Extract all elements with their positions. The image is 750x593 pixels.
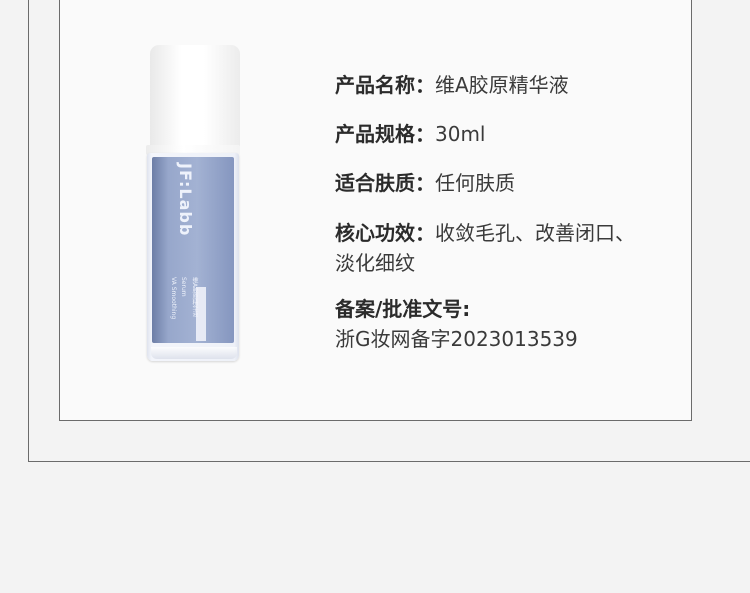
bottle-brand: JF:Labb bbox=[176, 163, 195, 237]
product-spec-label: 产品规格： bbox=[335, 122, 435, 146]
bottle-body: JF:Labb VA Smoothing Serum 维A胶原精华液 bbox=[147, 153, 239, 361]
skin-type-value: 任何肤质 bbox=[435, 171, 515, 195]
core-effect-value-line2: 淡化细纹 bbox=[335, 251, 415, 275]
skin-type-label: 适合肤质： bbox=[335, 171, 435, 195]
core-effect-row-continued: 淡化细纹 bbox=[335, 248, 415, 278]
bottle-base bbox=[151, 347, 237, 359]
product-name-value: 维A胶原精华液 bbox=[435, 73, 569, 97]
product-spec-value: 30ml bbox=[435, 122, 486, 146]
bottle-label-strip bbox=[196, 287, 206, 341]
core-effect-row: 核心功效：收敛毛孔、改善闭口、 bbox=[335, 218, 635, 248]
bottle-text-line2: Serum bbox=[180, 277, 187, 297]
filing-label-row: 备案/批准文号: bbox=[335, 294, 470, 324]
core-effect-value-line1: 收敛毛孔、改善闭口、 bbox=[435, 221, 635, 245]
product-bottle-image: JF:Labb VA Smoothing Serum 维A胶原精华液 bbox=[146, 45, 240, 363]
filing-label: 备案/批准文号: bbox=[335, 297, 471, 321]
product-name-label: 产品名称： bbox=[335, 73, 435, 97]
core-effect-label: 核心功效： bbox=[335, 221, 435, 245]
bottle-liner: JF:Labb VA Smoothing Serum 维A胶原精华液 bbox=[152, 157, 234, 343]
filing-value-row: 浙G妆网备字2023013539 bbox=[335, 324, 578, 354]
product-name-row: 产品名称：维A胶原精华液 bbox=[335, 70, 569, 100]
bottle-text-line1: VA Smoothing bbox=[170, 277, 177, 320]
product-spec-row: 产品规格：30ml bbox=[335, 119, 486, 149]
filing-value: 浙G妆网备字2023013539 bbox=[335, 327, 578, 351]
skin-type-row: 适合肤质：任何肤质 bbox=[335, 168, 515, 198]
bottle-cap bbox=[150, 45, 240, 151]
